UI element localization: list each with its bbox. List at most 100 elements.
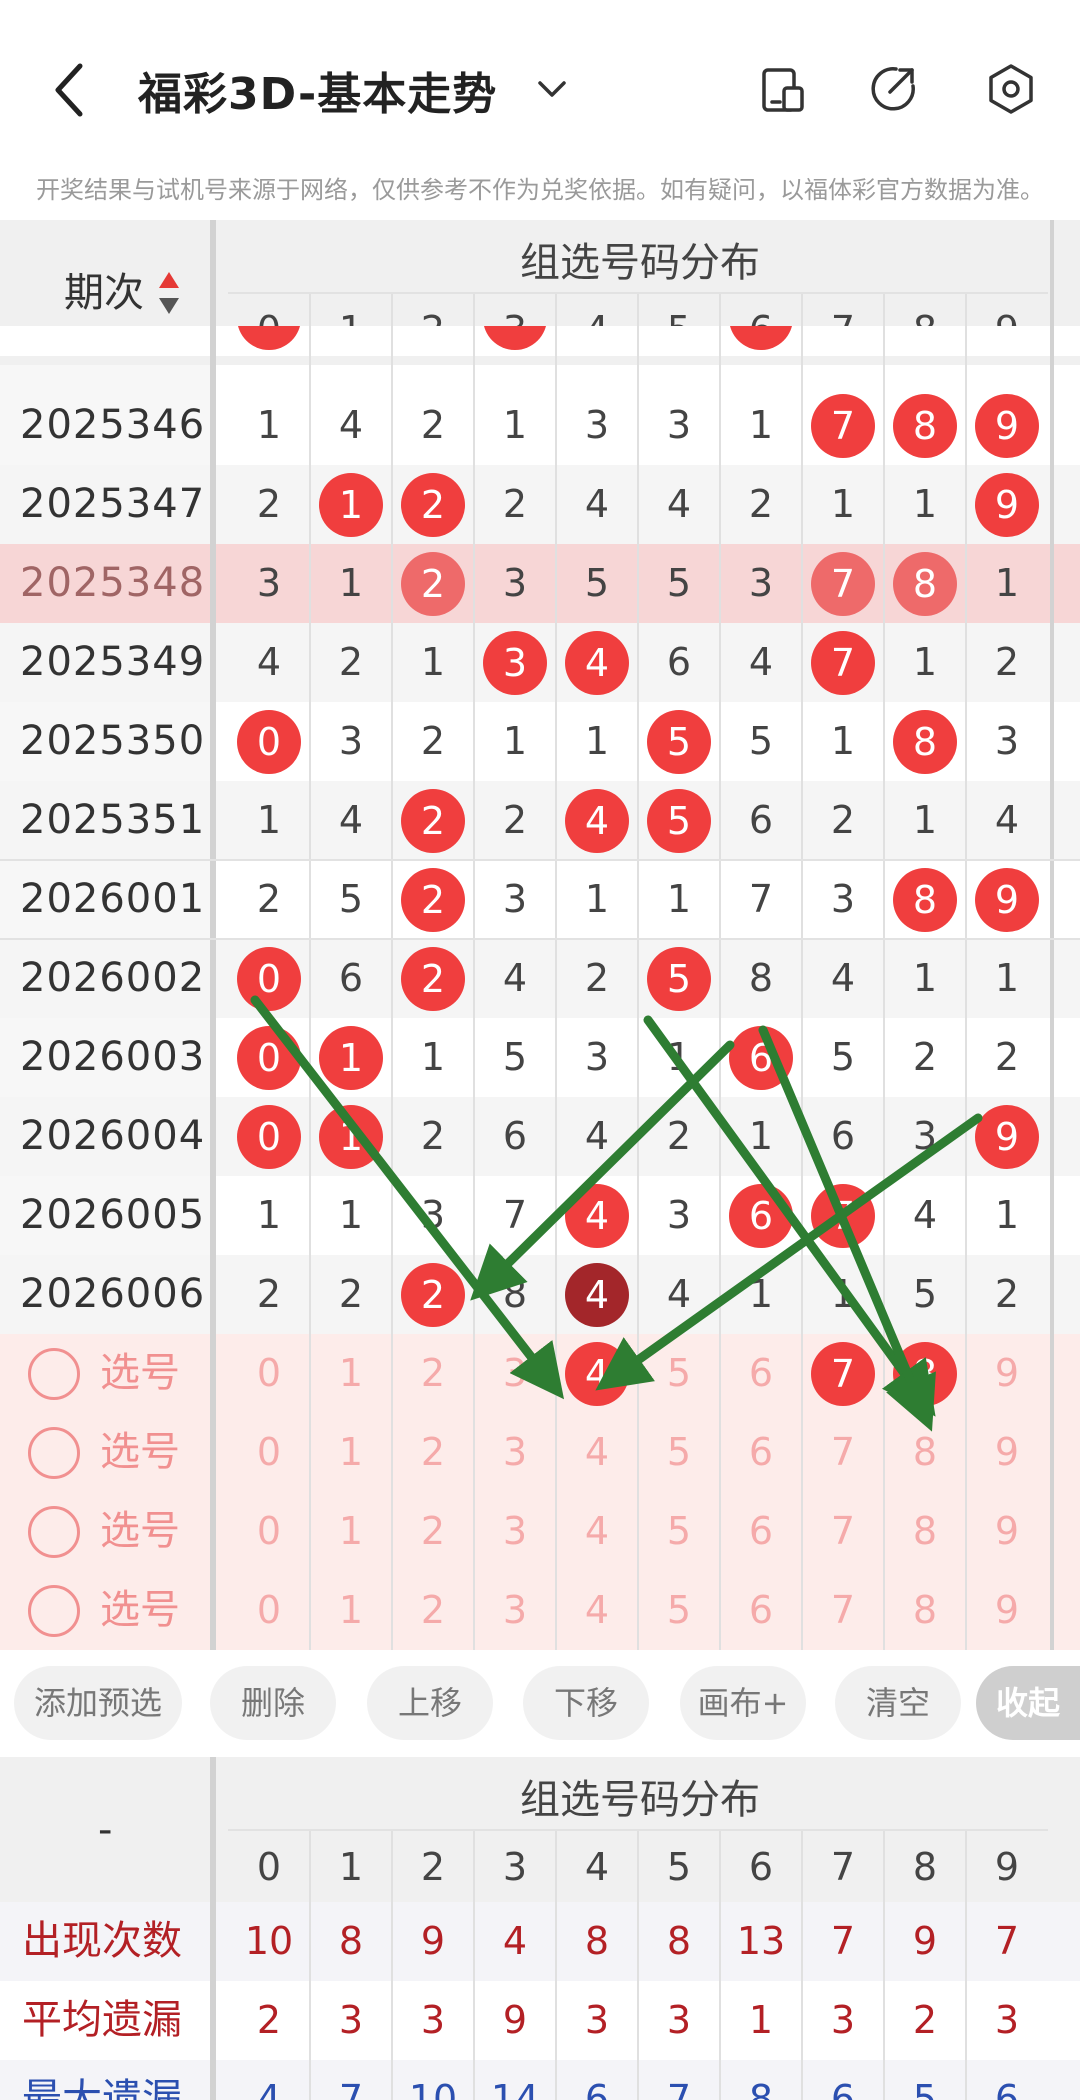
stats-separator	[210, 1757, 216, 2100]
select-digit[interactable]: 7	[802, 1492, 884, 1571]
omission-cell: 1	[830, 719, 856, 763]
stats-value: 3	[584, 1998, 610, 2042]
select-digit[interactable]: 1	[310, 1492, 392, 1571]
select-row[interactable]: 选号 0 1 2 3 4 5 6 7 8 9	[0, 1571, 1080, 1650]
selected-ball[interactable]: 8	[893, 1342, 957, 1406]
number-ball: 5	[647, 947, 711, 1011]
stats-row: 最大遗漏 4 7 10 14 6 7 8 6 5 6	[0, 2060, 1080, 2100]
select-radio[interactable]	[28, 1585, 80, 1637]
selected-ball[interactable]: 7	[811, 1342, 875, 1406]
omission-cell: 5	[748, 719, 774, 763]
device-icon[interactable]	[756, 62, 810, 116]
select-digit[interactable]: 1	[310, 1334, 392, 1413]
select-digit[interactable]: 9	[966, 1571, 1048, 1650]
number-ball: 7	[811, 552, 875, 616]
stats-value: 9	[420, 1919, 446, 1963]
select-digit[interactable]: 1	[310, 1413, 392, 1492]
omission-cell: 1	[338, 1193, 364, 1237]
table-row[interactable]: 2025351 1 4 2 2 4 5 6 2 1 4	[0, 781, 1080, 860]
sort-icon[interactable]	[158, 270, 180, 316]
stats-value: 7	[830, 1919, 856, 1963]
select-digit[interactable]: 2	[392, 1571, 474, 1650]
select-digit[interactable]: 3	[474, 1571, 556, 1650]
select-digit[interactable]: 3	[474, 1334, 556, 1413]
select-digit[interactable]: 6	[720, 1492, 802, 1571]
omission-cell: 2	[912, 1035, 938, 1079]
select-digit[interactable]: 7	[802, 1571, 884, 1650]
move-up-button[interactable]: 上移	[367, 1666, 493, 1740]
omission-cell: 4	[338, 403, 364, 447]
table-row[interactable]: 2025350 0 3 2 1 1 5 5 1 8 3	[0, 702, 1080, 781]
select-digit[interactable]: 6	[720, 1571, 802, 1650]
select-radio[interactable]	[28, 1348, 80, 1400]
table-row[interactable]: 2025346 1 4 2 1 3 3 1 7 8 9	[0, 386, 1080, 465]
select-digit[interactable]: 8	[884, 1492, 966, 1571]
trend-table: 期次 组选号码分布 0123456789 2025346142133178920…	[0, 220, 1080, 1650]
clear-button[interactable]: 清空	[835, 1666, 961, 1740]
select-row[interactable]: 选号 0 1 2 3 4 5 6 7 8 9	[0, 1413, 1080, 1492]
select-digit[interactable]: 2	[392, 1492, 474, 1571]
select-digit[interactable]: 5	[638, 1571, 720, 1650]
table-row[interactable]: 2026002 0 6 2 4 2 5 8 4 1 1	[0, 939, 1080, 1018]
chevron-down-icon[interactable]	[535, 72, 569, 106]
omission-cell: 4	[584, 1114, 610, 1158]
select-digit[interactable]: 5	[638, 1334, 720, 1413]
table-row[interactable]: 2026006 2 2 2 8 4 4 1 1 5 2	[0, 1255, 1080, 1334]
back-icon[interactable]	[50, 60, 90, 120]
select-digit[interactable]: 3	[474, 1492, 556, 1571]
select-label[interactable]: 选号	[100, 1413, 180, 1492]
settings-icon[interactable]	[984, 62, 1038, 116]
select-digit[interactable]: 6	[720, 1334, 802, 1413]
select-digit[interactable]: 2	[392, 1413, 474, 1492]
stats-value: 3	[994, 1998, 1020, 2042]
select-row[interactable]: 选号 0 1 2 3 4 5 6 7 8 9	[0, 1492, 1080, 1571]
table-row[interactable]: 2025348 3 1 2 3 5 5 3 7 8 1	[0, 544, 1080, 623]
select-digit[interactable]: 4	[556, 1492, 638, 1571]
select-radio[interactable]	[28, 1506, 80, 1558]
number-ball: 7	[811, 631, 875, 695]
select-digit[interactable]: 9	[966, 1334, 1048, 1413]
selected-ball[interactable]: 4	[565, 1342, 629, 1406]
move-down-button[interactable]: 下移	[523, 1666, 649, 1740]
select-digit[interactable]: 5	[638, 1492, 720, 1571]
select-digit[interactable]: 4	[556, 1571, 638, 1650]
select-digit[interactable]: 0	[228, 1571, 310, 1650]
select-digit[interactable]: 2	[392, 1334, 474, 1413]
select-digit[interactable]: 6	[720, 1413, 802, 1492]
select-digit[interactable]: 1	[310, 1571, 392, 1650]
number-ball: 5	[647, 789, 711, 853]
stats-value: 8	[666, 1919, 692, 1963]
select-digit[interactable]: 9	[966, 1492, 1048, 1571]
select-label[interactable]: 选号	[100, 1334, 180, 1413]
select-digit[interactable]: 0	[228, 1334, 310, 1413]
select-digit[interactable]: 0	[228, 1492, 310, 1571]
select-digit[interactable]: 4	[556, 1413, 638, 1492]
select-radio[interactable]	[28, 1427, 80, 1479]
period-header[interactable]: 期次	[64, 260, 144, 318]
select-row[interactable]: 选号 0 1 2 3 4 5 6 7 8 9	[0, 1334, 1080, 1413]
table-row[interactable]: 2025349 4 2 1 3 4 6 4 7 1 2	[0, 623, 1080, 702]
share-icon[interactable]	[866, 62, 920, 116]
select-digit[interactable]: 3	[474, 1413, 556, 1492]
select-digit[interactable]: 8	[884, 1413, 966, 1492]
select-label[interactable]: 选号	[100, 1571, 180, 1650]
number-ball: 0	[237, 1026, 301, 1090]
add-preselect-button[interactable]: 添加预选	[14, 1666, 182, 1740]
table-row[interactable]: 2026004 0 1 2 6 4 2 1 6 3 9	[0, 1097, 1080, 1176]
select-digit[interactable]: 7	[802, 1413, 884, 1492]
select-digit[interactable]: 8	[884, 1571, 966, 1650]
page-title[interactable]: 福彩3D-基本走势	[138, 58, 497, 122]
select-digit[interactable]: 0	[228, 1413, 310, 1492]
collapse-button[interactable]: 收起	[976, 1666, 1080, 1740]
select-digit[interactable]: 5	[638, 1413, 720, 1492]
table-row[interactable]: 2026001 2 5 2 3 1 1 7 3 8 9	[0, 860, 1080, 939]
select-digit[interactable]: 9	[966, 1413, 1048, 1492]
omission-cell: 2	[666, 1114, 692, 1158]
table-row[interactable]: 2026005 1 1 3 7 4 3 6 7 4 1	[0, 1176, 1080, 1255]
stats-digit-header: 5	[666, 1845, 692, 1889]
delete-button[interactable]: 删除	[210, 1666, 336, 1740]
table-row[interactable]: 2026003 0 1 1 5 3 1 6 5 2 2	[0, 1018, 1080, 1097]
table-row[interactable]: 2025347 2 1 2 2 4 4 2 1 1 9	[0, 465, 1080, 544]
canvas-plus-button[interactable]: 画布+	[680, 1666, 806, 1740]
select-label[interactable]: 选号	[100, 1492, 180, 1571]
